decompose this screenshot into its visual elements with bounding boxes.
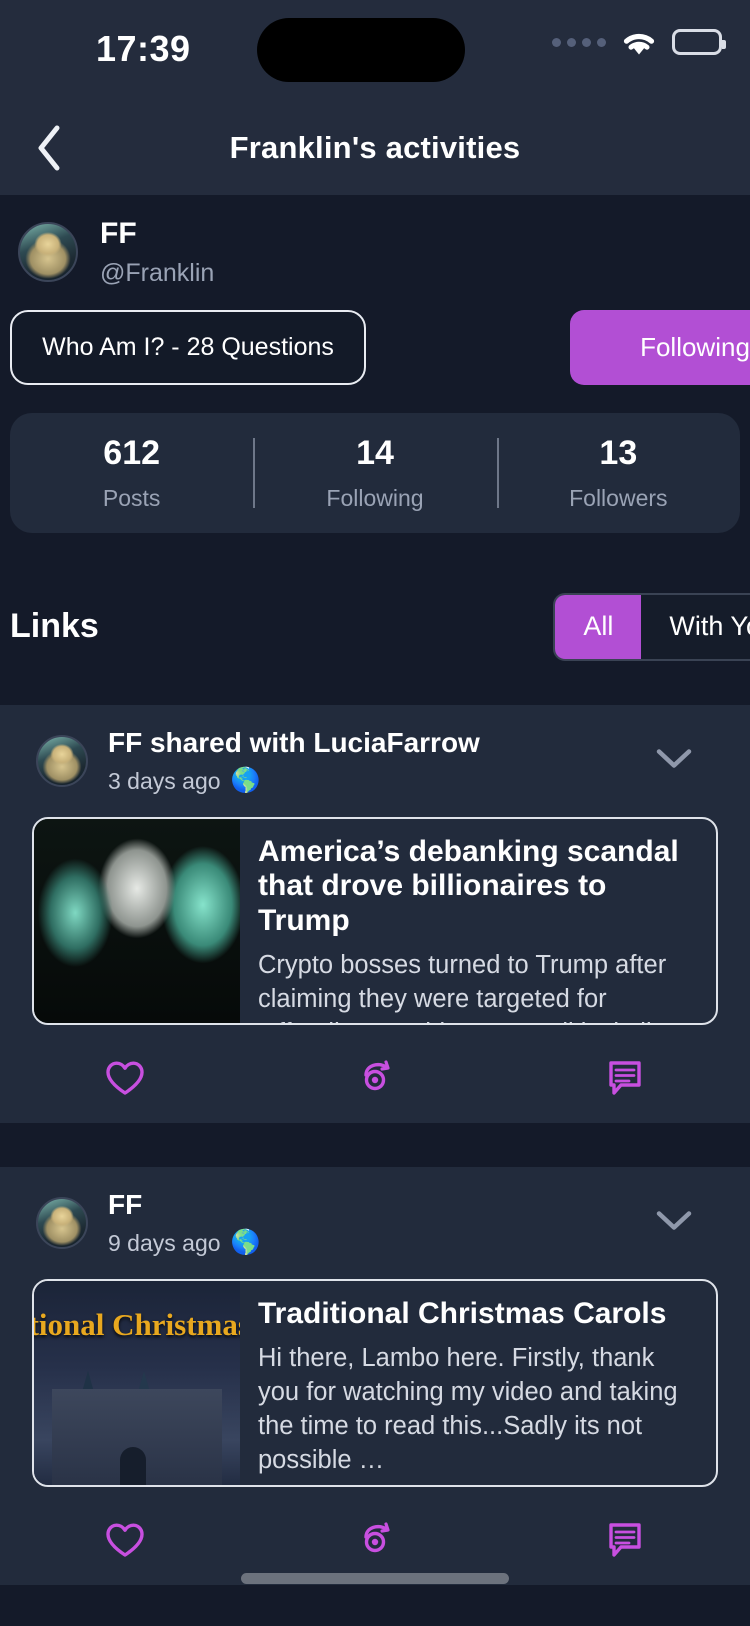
stat-followers-value: 13 (497, 434, 740, 473)
page-title: Franklin's activities (0, 130, 750, 166)
globe-icon: 🌎 (231, 1231, 261, 1255)
stat-following-label: Following (253, 485, 496, 512)
link-title: America’s debanking scandal that drove b… (258, 835, 694, 939)
comment-button[interactable] (500, 1059, 750, 1097)
link-text: Traditional Christmas Carols Hi there, L… (240, 1281, 716, 1485)
link-preview-card[interactable]: itional Christmas C Traditional Christma… (32, 1279, 718, 1487)
back-button[interactable] (22, 121, 76, 175)
post-card[interactable]: FF shared with LuciaFarrow 3 days ago 🌎 … (0, 705, 750, 1123)
nav-bar: Franklin's activities (0, 100, 750, 195)
status-bar: 17:39 (0, 0, 750, 100)
status-bar-time: 17:39 (96, 28, 191, 70)
stat-followers-label: Followers (497, 485, 740, 512)
home-indicator (241, 1573, 509, 1584)
post-meta: FF 9 days ago 🌎 (108, 1189, 260, 1257)
profile-actions: Who Am I? - 28 Questions Following (0, 310, 750, 385)
christmas-castle-thumbnail: itional Christmas C (34, 1281, 240, 1485)
filter-all-tab[interactable]: All (555, 595, 641, 659)
status-bar-indicators (552, 28, 722, 56)
share-button[interactable] (250, 1521, 500, 1559)
who-am-i-button[interactable]: Who Am I? - 28 Questions (10, 310, 366, 385)
stat-following-value: 14 (253, 434, 496, 473)
links-title: Links (10, 607, 99, 646)
chevron-down-icon (654, 1208, 694, 1232)
dynamic-island (257, 18, 465, 82)
avatar[interactable] (18, 222, 78, 282)
comment-icon (605, 1059, 645, 1097)
like-icon (105, 1059, 145, 1097)
profile-header: FF @Franklin (0, 195, 750, 288)
profile-stats: 612 Posts 14 Following 13 Followers (10, 413, 740, 533)
post-expand-button[interactable] (654, 746, 694, 775)
globe-icon: 🌎 (231, 769, 261, 793)
stat-posts[interactable]: 612 Posts (10, 434, 253, 512)
avatar[interactable] (36, 1197, 88, 1249)
post-subtitle: 3 days ago 🌎 (108, 768, 480, 795)
following-button[interactable]: Following (570, 310, 750, 385)
link-text: America’s debanking scandal that drove b… (240, 819, 716, 1023)
links-filter-toggle[interactable]: All With You (553, 593, 750, 661)
signal-dots-icon (552, 38, 606, 47)
link-title: Traditional Christmas Carols (258, 1297, 694, 1332)
links-section-header: Links All With You (0, 593, 750, 661)
post-expand-button[interactable] (654, 1208, 694, 1237)
stat-posts-value: 612 (10, 434, 253, 473)
stat-following[interactable]: 14 Following (253, 434, 496, 512)
post-card[interactable]: FF 9 days ago 🌎 (0, 1167, 750, 1585)
like-button[interactable] (0, 1059, 250, 1097)
share-button[interactable] (250, 1059, 500, 1097)
castle-door-shape (120, 1447, 146, 1485)
battery-icon (672, 29, 722, 55)
thumbnail-caption: itional Christmas C (34, 1307, 240, 1343)
news-photo-thumbnail (34, 819, 240, 1023)
filter-with-you-tab[interactable]: With You (641, 595, 750, 659)
post-time: 9 days ago (108, 1230, 221, 1257)
scroll-content[interactable]: FF @Franklin Who Am I? - 28 Questions Fo… (0, 195, 750, 1626)
post-time: 3 days ago (108, 768, 221, 795)
comment-icon (605, 1521, 645, 1559)
like-button[interactable] (0, 1521, 250, 1559)
like-icon (105, 1521, 145, 1559)
post-author: FF shared with LuciaFarrow (108, 727, 480, 759)
profile-names: FF @Franklin (100, 217, 214, 288)
link-description: Crypto bosses turned to Trump after clai… (258, 948, 694, 1023)
chevron-left-icon (34, 123, 64, 173)
post-actions (0, 1521, 750, 1559)
post-header: FF 9 days ago 🌎 (0, 1189, 750, 1257)
wifi-icon (620, 28, 658, 56)
share-icon (355, 1521, 395, 1559)
comment-button[interactable] (500, 1521, 750, 1559)
link-preview-card[interactable]: America’s debanking scandal that drove b… (32, 817, 718, 1025)
post-author: FF (108, 1189, 260, 1221)
post-subtitle: 9 days ago 🌎 (108, 1230, 260, 1257)
share-icon (355, 1059, 395, 1097)
post-meta: FF shared with LuciaFarrow 3 days ago 🌎 (108, 727, 480, 795)
post-actions (0, 1059, 750, 1097)
stat-followers[interactable]: 13 Followers (497, 434, 740, 512)
chevron-down-icon (654, 746, 694, 770)
stat-posts-label: Posts (10, 485, 253, 512)
profile-handle: @Franklin (100, 259, 214, 288)
profile-display-name: FF (100, 217, 214, 252)
link-description: Hi there, Lambo here. Firstly, thank you… (258, 1341, 694, 1478)
post-header: FF shared with LuciaFarrow 3 days ago 🌎 (0, 727, 750, 795)
phone-screen: 17:39 Franklin's activities (0, 0, 750, 1626)
avatar[interactable] (36, 735, 88, 787)
